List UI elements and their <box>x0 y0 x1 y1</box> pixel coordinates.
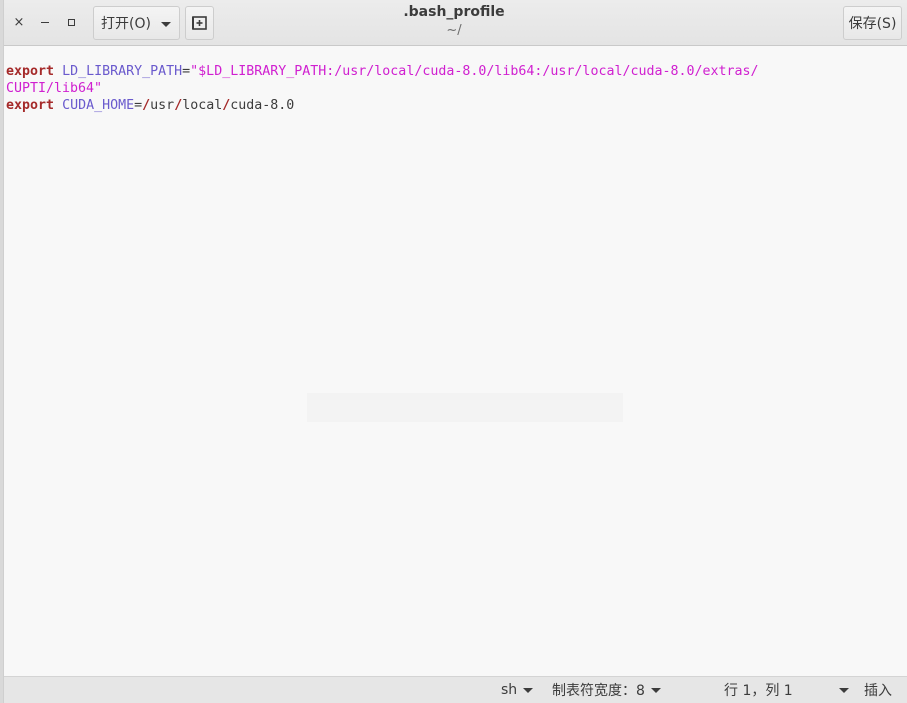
code-line-2: export CUDA_HOME=/usr/local/cuda-8.0 <box>6 98 294 113</box>
chevron-down-icon[interactable] <box>839 688 849 693</box>
chevron-down-icon <box>650 687 661 693</box>
window-title-block: .bash_profile ~/ <box>304 3 604 41</box>
cursor-position-label: 行 1，列 1 <box>724 683 793 699</box>
chevron-down-icon <box>161 22 171 27</box>
open-button-label: 打开(O) <box>101 16 151 32</box>
open-file-button[interactable]: 打开(O) <box>93 6 180 40</box>
language-label: sh <box>501 682 518 698</box>
language-selector[interactable]: sh <box>501 681 534 699</box>
code-content[interactable]: export LD_LIBRARY_PATH="$LD_LIBRARY_PATH… <box>6 63 759 114</box>
equals-sign: = <box>134 98 143 113</box>
window-subtitle: ~/ <box>446 23 462 38</box>
cursor-position-selector[interactable]: 行 1，列 1 <box>724 681 793 699</box>
minimize-icon <box>41 22 49 23</box>
keyword-export: export <box>6 98 55 113</box>
variable-name: CUDA_HOME <box>62 98 135 113</box>
text-editor-area[interactable]: export LD_LIBRARY_PATH="$LD_LIBRARY_PATH… <box>4 46 907 676</box>
maximize-window-button[interactable] <box>61 12 81 32</box>
string-value-wrapped: CUPTI/lib64" <box>6 81 103 96</box>
new-document-button[interactable] <box>185 6 214 40</box>
new-document-icon <box>192 16 207 30</box>
path-separator: / <box>142 98 151 113</box>
chevron-down-icon <box>523 687 534 693</box>
close-icon: × <box>13 14 25 30</box>
code-line-1: export LD_LIBRARY_PATH="$LD_LIBRARY_PATH… <box>6 64 759 79</box>
keyword-export: export <box>6 64 55 79</box>
path-segment: usr <box>150 98 175 113</box>
tab-width-selector[interactable]: 制表符宽度：8 <box>552 681 661 699</box>
minimize-window-button[interactable] <box>35 12 55 32</box>
save-button[interactable]: 保存(S) <box>843 6 902 40</box>
save-button-label: 保存(S) <box>848 16 897 32</box>
text-editor-window: × 打开(O) .bash_profile ~/ 保存(S) export LD… <box>3 0 907 703</box>
close-window-button[interactable]: × <box>9 12 29 32</box>
path-segment: cuda-8.0 <box>230 98 295 113</box>
string-value: "$LD_LIBRARY_PATH:/usr/local/cuda-8.0/li… <box>190 64 759 79</box>
header-bar: × 打开(O) .bash_profile ~/ 保存(S) <box>4 0 907 46</box>
insert-mode-label: 插入 <box>864 683 892 699</box>
overlay-placeholder <box>307 393 623 422</box>
equals-sign: = <box>182 64 191 79</box>
window-title: .bash_profile <box>403 4 505 20</box>
path-separator: / <box>174 98 183 113</box>
status-bar: sh 制表符宽度：8 行 1，列 1 插入 <box>4 676 907 703</box>
variable-name: LD_LIBRARY_PATH <box>62 64 183 79</box>
maximize-icon <box>67 18 75 26</box>
path-segment: local <box>182 98 223 113</box>
tab-width-label: 制表符宽度：8 <box>552 683 645 699</box>
insert-mode-indicator[interactable]: 插入 <box>864 681 892 699</box>
